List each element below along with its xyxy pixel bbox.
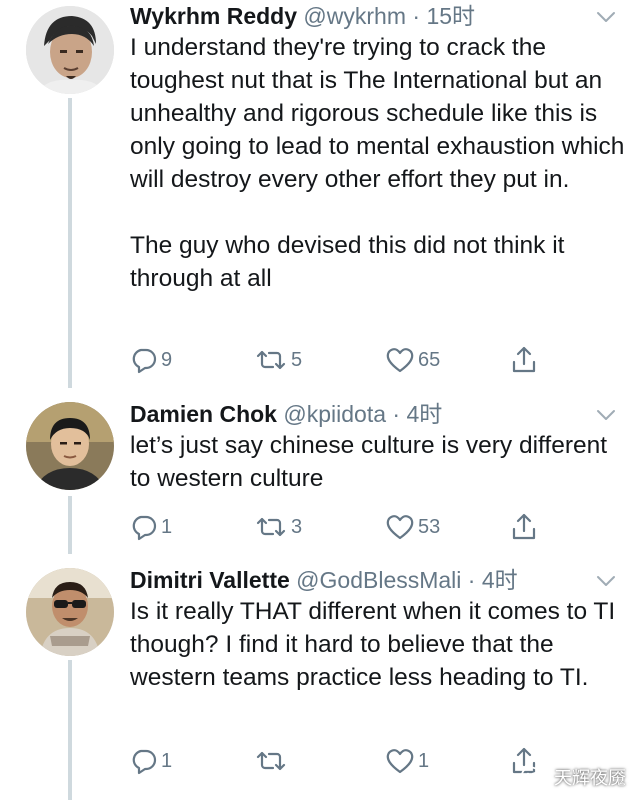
tweet-text: let’s just say chinese culture is very d… <box>130 429 630 495</box>
tweet-paragraph: I understand they're trying to crack the… <box>130 34 625 193</box>
reply-button[interactable]: 9 <box>130 343 172 377</box>
share-button[interactable] <box>510 343 538 377</box>
retweet-count: 5 <box>291 348 303 371</box>
retweet-icon <box>256 751 286 771</box>
reply-count: 1 <box>161 749 173 772</box>
heart-icon <box>386 348 414 373</box>
like-button[interactable]: 53 <box>385 510 440 544</box>
tweet-text: I understand they're trying to crack the… <box>130 31 630 295</box>
retweet-icon <box>256 350 286 370</box>
avatar[interactable] <box>26 568 114 656</box>
separator-dot: · <box>412 3 421 29</box>
timestamp[interactable]: 4时 <box>406 401 442 427</box>
reply-count: 1 <box>161 515 173 538</box>
watermark: 天辉夜魇 <box>520 762 626 792</box>
chevron-down-icon[interactable] <box>594 8 618 26</box>
watermark-text: 天辉夜魇 <box>554 768 626 788</box>
like-button[interactable]: 65 <box>385 343 440 377</box>
reply-button[interactable]: 1 <box>130 510 172 544</box>
like-button[interactable]: 1 <box>385 744 429 778</box>
heart-icon <box>386 749 414 774</box>
tweet-header: Damien Chok @kpiidota · 4时 <box>130 398 442 430</box>
tweet-header: Wykrhm Reddy @wykrhm · 15时 <box>130 0 475 32</box>
share-icon <box>512 346 536 373</box>
tweet-damien-chok[interactable]: Damien Chok @kpiidota · 4时 let’s just sa… <box>0 398 640 558</box>
display-name[interactable]: Dimitri Vallette <box>130 567 290 593</box>
reply-count: 9 <box>161 348 173 371</box>
like-count: 65 <box>418 348 441 371</box>
share-button[interactable] <box>510 510 538 544</box>
tweet-paragraph: Is it really THAT different when it come… <box>130 598 616 691</box>
wechat-icon <box>521 766 547 787</box>
tweet-header: Dimitri Vallette @GodBlessMali · 4时 <box>130 564 518 596</box>
username[interactable]: @wykrhm <box>303 3 406 29</box>
username[interactable]: @GodBlessMali <box>296 567 461 593</box>
share-icon <box>512 513 536 540</box>
like-count: 53 <box>418 515 441 538</box>
avatar[interactable] <box>26 6 114 94</box>
retweet-button[interactable]: 3 <box>254 510 302 544</box>
tweet-wykrhm-reddy[interactable]: Wykrhm Reddy @wykrhm · 15时 I understand … <box>0 0 640 392</box>
reply-icon <box>132 348 157 374</box>
timestamp[interactable]: 15时 <box>426 3 475 29</box>
display-name[interactable]: Wykrhm Reddy <box>130 3 297 29</box>
username[interactable]: @kpiidota <box>283 401 386 427</box>
retweet-button[interactable] <box>254 744 291 778</box>
reply-icon <box>132 515 157 541</box>
retweet-button[interactable]: 5 <box>254 343 302 377</box>
reply-icon <box>132 749 157 775</box>
like-count: 1 <box>418 749 430 772</box>
chevron-down-icon[interactable] <box>594 406 618 424</box>
separator-dot: · <box>392 401 401 427</box>
reply-button[interactable]: 1 <box>130 744 172 778</box>
tweet-actions: 9 5 65 <box>130 343 550 377</box>
tweet-paragraph: The guy who devised this did not think i… <box>130 232 565 292</box>
tweet-actions: 1 3 53 <box>130 510 550 544</box>
tweet-text: Is it really THAT different when it come… <box>130 595 630 694</box>
avatar[interactable] <box>26 402 114 490</box>
separator-dot: · <box>467 567 476 593</box>
display-name[interactable]: Damien Chok <box>130 401 277 427</box>
retweet-count: 3 <box>291 515 303 538</box>
heart-icon <box>386 515 414 540</box>
retweet-icon <box>256 517 286 537</box>
tweet-paragraph: let’s just say chinese culture is very d… <box>130 432 608 492</box>
tweet-actions: 1 1 <box>130 744 550 778</box>
timestamp[interactable]: 4时 <box>482 567 518 593</box>
chevron-down-icon[interactable] <box>594 572 618 590</box>
